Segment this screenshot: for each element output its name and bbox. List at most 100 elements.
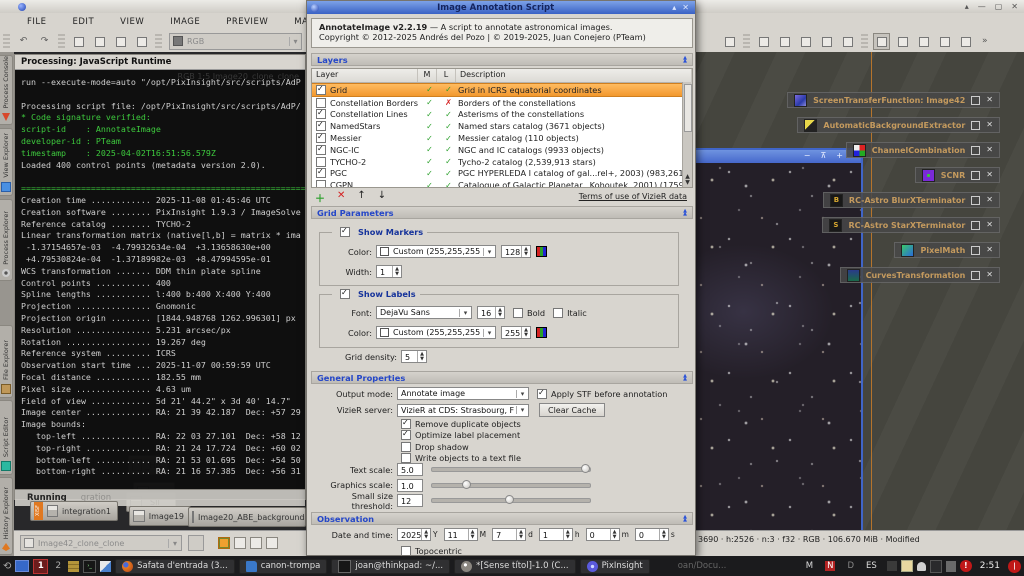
- sidebar-tab-process-explorer[interactable]: Process Explorer: [0, 199, 13, 281]
- layer-row[interactable]: Constellation Lines Asterisms of the con…: [312, 108, 692, 121]
- slider-thumb[interactable]: [580, 464, 590, 474]
- process-window-titlebar[interactable]: SCNR ✕: [914, 167, 1000, 183]
- date-spinner[interactable]: 2025 ▲ ▼: [397, 528, 431, 541]
- close-icon[interactable]: ✕: [1011, 1, 1018, 12]
- cascade-windows-icon[interactable]: [776, 33, 793, 50]
- panel-icon[interactable]: [15, 560, 30, 572]
- sidebar-tab-view-explorer[interactable]: View Explorer: [0, 128, 13, 196]
- spinner-arrows-icon[interactable]: ▲ ▼: [516, 529, 525, 540]
- layer-row[interactable]: Constellation Borders Borders of the con…: [312, 97, 692, 109]
- table-scrollbar[interactable]: ▲ ▼: [682, 82, 692, 187]
- layer-checkbox[interactable]: [316, 132, 326, 144]
- spinner-arrows-icon[interactable]: ▲ ▼: [421, 529, 430, 540]
- slider-track[interactable]: [431, 479, 591, 489]
- split-window-icon[interactable]: [755, 33, 772, 50]
- layer-checkbox[interactable]: [316, 97, 326, 108]
- scrollbar-thumb[interactable]: [684, 84, 692, 132]
- label-color-combo[interactable]: Custom (255,255,255) ▾: [376, 326, 496, 339]
- clock[interactable]: 2:51: [980, 561, 1000, 571]
- section-general-properties[interactable]: General Properties ▲ ▲: [311, 371, 693, 384]
- menu-item[interactable]: VIEW: [107, 17, 157, 27]
- layer-row[interactable]: PGC PGC HYPERLEDA I catalog of gal...rel…: [312, 167, 692, 180]
- sidebar-tab-file-explorer[interactable]: File Explorer: [0, 325, 13, 398]
- spinner-arrows-icon[interactable]: ▲ ▼: [467, 529, 477, 540]
- spinner-arrows-icon[interactable]: ▲ ▼: [392, 266, 401, 277]
- layer-checkbox[interactable]: [316, 156, 326, 167]
- task-window-button[interactable]: joan@thinkpad: ~/...: [331, 558, 451, 574]
- dock-right-icon[interactable]: [936, 33, 953, 50]
- date-spinner[interactable]: 1 ▲ ▼: [538, 528, 573, 541]
- slider-thumb[interactable]: [462, 479, 472, 489]
- move-down-icon[interactable]: ↓: [378, 190, 386, 205]
- add-layer-icon[interactable]: ＋: [315, 190, 325, 205]
- rename-view-icon[interactable]: [70, 33, 87, 50]
- workspace-thumb-3[interactable]: [250, 537, 262, 549]
- keyboard-layout-indicator[interactable]: M: [806, 561, 813, 571]
- process-window-titlebar[interactable]: AutomaticBackgroundExtractor ✕: [797, 117, 1000, 133]
- topocentric-checkbox[interactable]: [401, 546, 411, 555]
- option-checkbox[interactable]: [401, 429, 411, 441]
- spinner-arrows-icon[interactable]: ▲ ▼: [521, 327, 530, 338]
- shrink-mode-icon[interactable]: [894, 33, 911, 50]
- restore-icon[interactable]: [971, 245, 981, 255]
- spinner-arrows-icon[interactable]: ▲ ▼: [521, 246, 530, 257]
- zoom-tool-icon[interactable]: [721, 33, 738, 50]
- clear-cache-button[interactable]: Clear Cache: [539, 403, 606, 417]
- workspace-thumb-1[interactable]: [218, 537, 230, 549]
- layer-row[interactable]: NGC-IC NGC and IC catalogs (9933 objects…: [312, 144, 692, 156]
- spinner-arrows-icon[interactable]: ▲ ▼: [495, 307, 504, 318]
- collapse-icon[interactable]: ▲ ▲: [683, 373, 687, 381]
- keyboard-layout-indicator[interactable]: ES: [866, 561, 877, 571]
- menu-item[interactable]: PREVIEW: [213, 17, 281, 27]
- marker-color-combo[interactable]: Custom (255,255,255) ▾: [376, 245, 496, 258]
- dock-bottom-icon[interactable]: [957, 33, 974, 50]
- layer-checkbox[interactable]: [316, 167, 326, 179]
- label-alpha-spinner[interactable]: 255 ▲ ▼: [501, 326, 531, 339]
- date-spinner[interactable]: 7 ▲ ▼: [492, 528, 527, 541]
- layer-checkbox[interactable]: [316, 84, 326, 95]
- collapse-icon[interactable]: ▲ ▲: [683, 55, 687, 63]
- menu-item[interactable]: FILE: [14, 17, 60, 27]
- marker-width-spinner[interactable]: 1 ▲ ▼: [376, 265, 402, 278]
- close-icon[interactable]: ✕: [682, 2, 689, 14]
- notifications-bell-icon[interactable]: [916, 561, 926, 571]
- restore-icon[interactable]: [971, 195, 981, 205]
- toolbar-grip[interactable]: [861, 34, 868, 48]
- restore-icon[interactable]: [971, 95, 981, 105]
- screen-mode-icon[interactable]: [873, 32, 890, 50]
- keyboard-layout-indicator[interactable]: N: [825, 561, 836, 571]
- restore-icon[interactable]: [971, 120, 981, 130]
- output-mode-combo[interactable]: Annotate image ▾: [397, 387, 529, 400]
- tile-windows-icon[interactable]: [797, 33, 814, 50]
- restore-icon[interactable]: ▢: [995, 1, 1003, 12]
- task-window-button[interactable]: Safata d'entrada (3...: [115, 558, 235, 574]
- layer-checkbox[interactable]: [316, 120, 326, 132]
- task-window-button[interactable]: canon-trompa: [238, 558, 328, 574]
- channel-selector[interactable]: RGB ▾: [169, 32, 302, 50]
- slider-track[interactable]: [431, 495, 591, 505]
- app-launcher-icon[interactable]: [100, 560, 112, 572]
- layer-row[interactable]: TYCHO-2 Tycho-2 catalog (2,539,913 stars…: [312, 156, 692, 168]
- option-checkbox[interactable]: [401, 441, 411, 452]
- package-manager-icon[interactable]: [68, 560, 80, 572]
- iconized-window[interactable]: XISF integration1: [30, 501, 118, 521]
- close-icon[interactable]: ✕: [986, 271, 993, 279]
- show-markers-checkbox[interactable]: [340, 226, 350, 237]
- process-window-titlebar[interactable]: ChannelCombination ✕: [845, 142, 1000, 158]
- spinner-arrows-icon[interactable]: ▲ ▼: [417, 351, 426, 362]
- restore-icon[interactable]: [971, 170, 981, 180]
- process-window-titlebar[interactable]: S RC-Astro StarXTerminator ✕: [822, 217, 1000, 233]
- toolbar-grip[interactable]: [58, 34, 65, 48]
- screenshot-icon[interactable]: [91, 33, 108, 50]
- process-window-titlebar[interactable]: ScreenTransferFunction: Image42 ✕: [787, 92, 1000, 108]
- option-checkbox[interactable]: [401, 418, 411, 429]
- view-list-button[interactable]: [188, 535, 204, 551]
- layer-checkbox[interactable]: [316, 108, 326, 120]
- close-icon[interactable]: ✕: [986, 96, 993, 104]
- move-up-icon[interactable]: ↑: [357, 190, 365, 205]
- italic-checkbox[interactable]: [553, 307, 564, 318]
- scrollbar-arrows[interactable]: ▲ ▼: [683, 174, 692, 186]
- slider-thumb[interactable]: [504, 495, 514, 505]
- restore-icon[interactable]: [971, 145, 981, 155]
- spinner-arrows-icon[interactable]: ▲ ▼: [658, 529, 668, 540]
